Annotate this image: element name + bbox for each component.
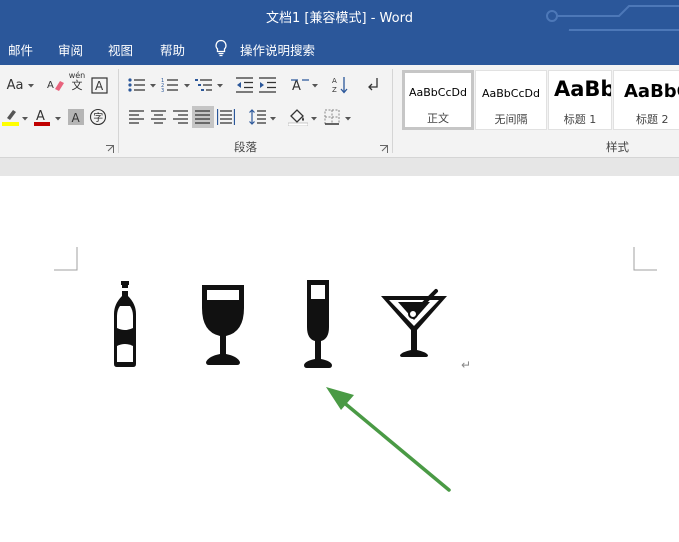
- annotation-arrow: [326, 387, 451, 492]
